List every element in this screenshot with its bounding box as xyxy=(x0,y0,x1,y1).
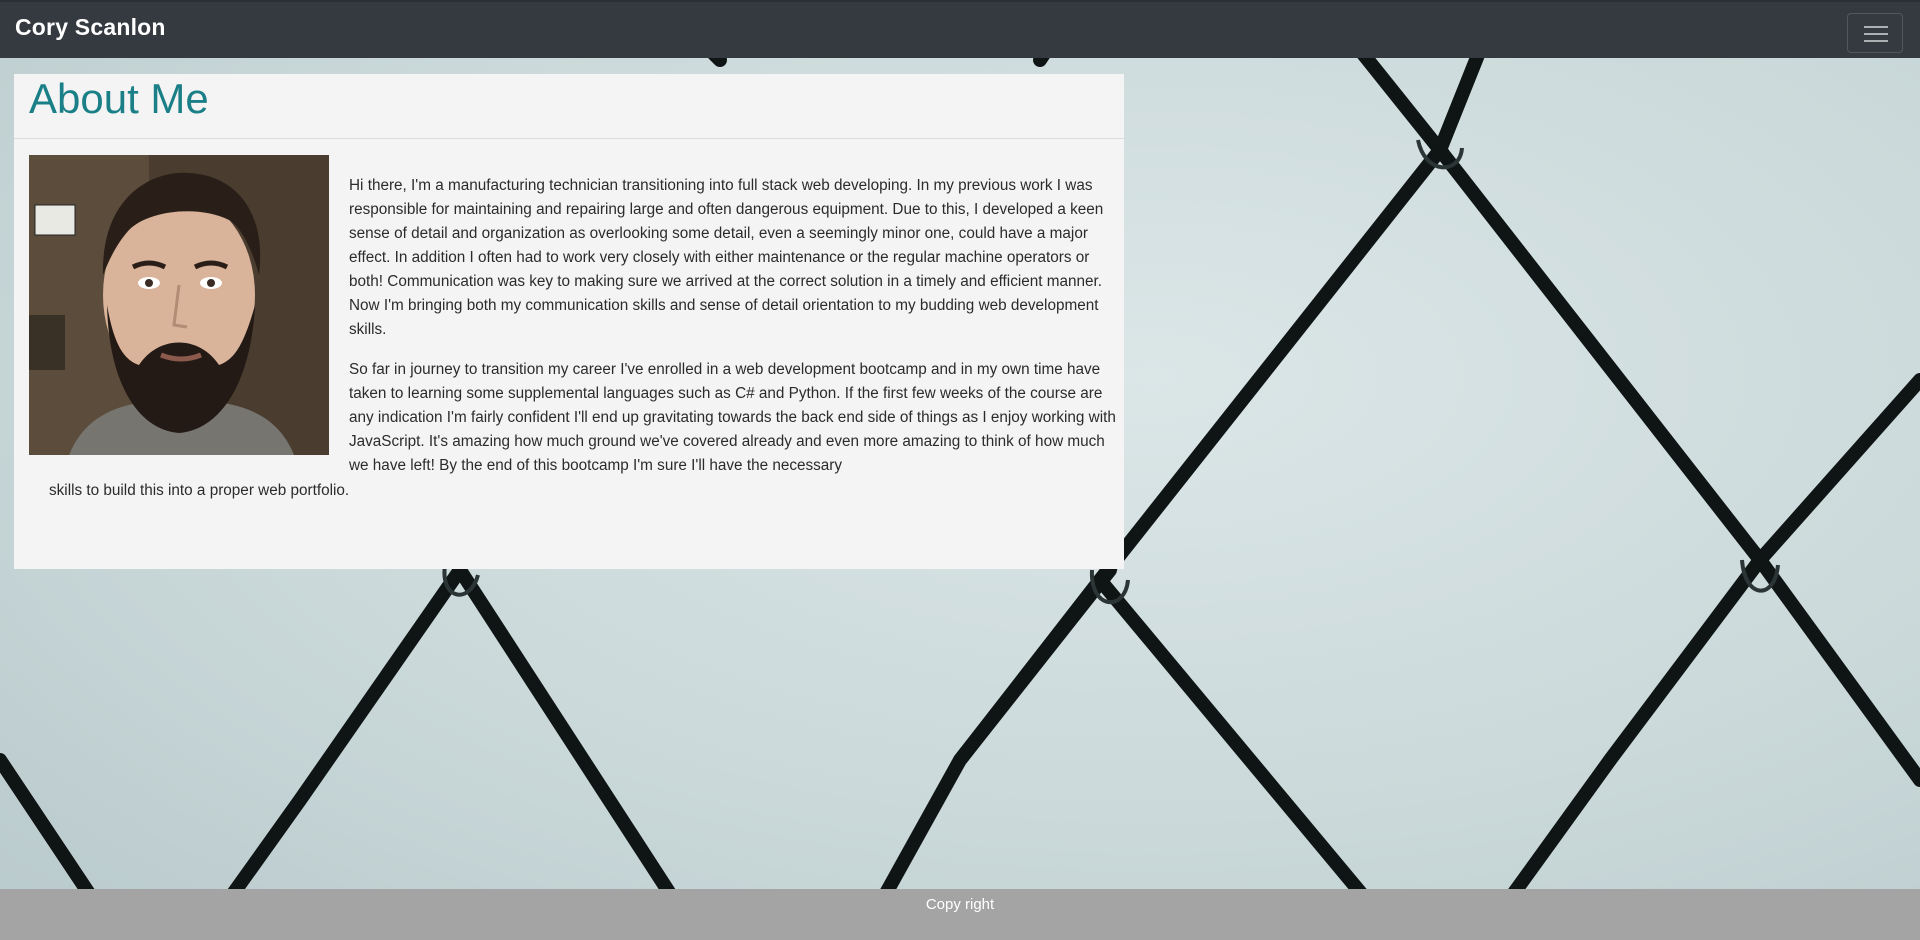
navbar-toggle-button[interactable] xyxy=(1847,13,1903,53)
bio-text: Hi there, I'm a manufacturing technician… xyxy=(349,174,1119,494)
bio-paragraph-2-tail: skills to build this into a proper web p… xyxy=(49,482,350,499)
copyright-text: Copy right xyxy=(925,896,995,913)
title-divider xyxy=(14,138,1124,139)
bio-paragraph-2: So far in journey to transition my caree… xyxy=(349,361,1116,474)
bio-paragraph-1: Hi there, I'm a manufacturing technician… xyxy=(349,177,1104,338)
top-navbar: Cory Scanlon xyxy=(0,0,1920,58)
profile-photo xyxy=(29,155,329,455)
page-footer: Copy right xyxy=(0,889,1920,940)
brand-name[interactable]: Cory Scanlon xyxy=(15,14,166,41)
about-me-card: About Me Hi there, I'm a manufacturing t… xyxy=(14,74,1124,569)
page-title: About Me xyxy=(29,75,209,122)
profile-photo-illustration xyxy=(29,155,329,455)
